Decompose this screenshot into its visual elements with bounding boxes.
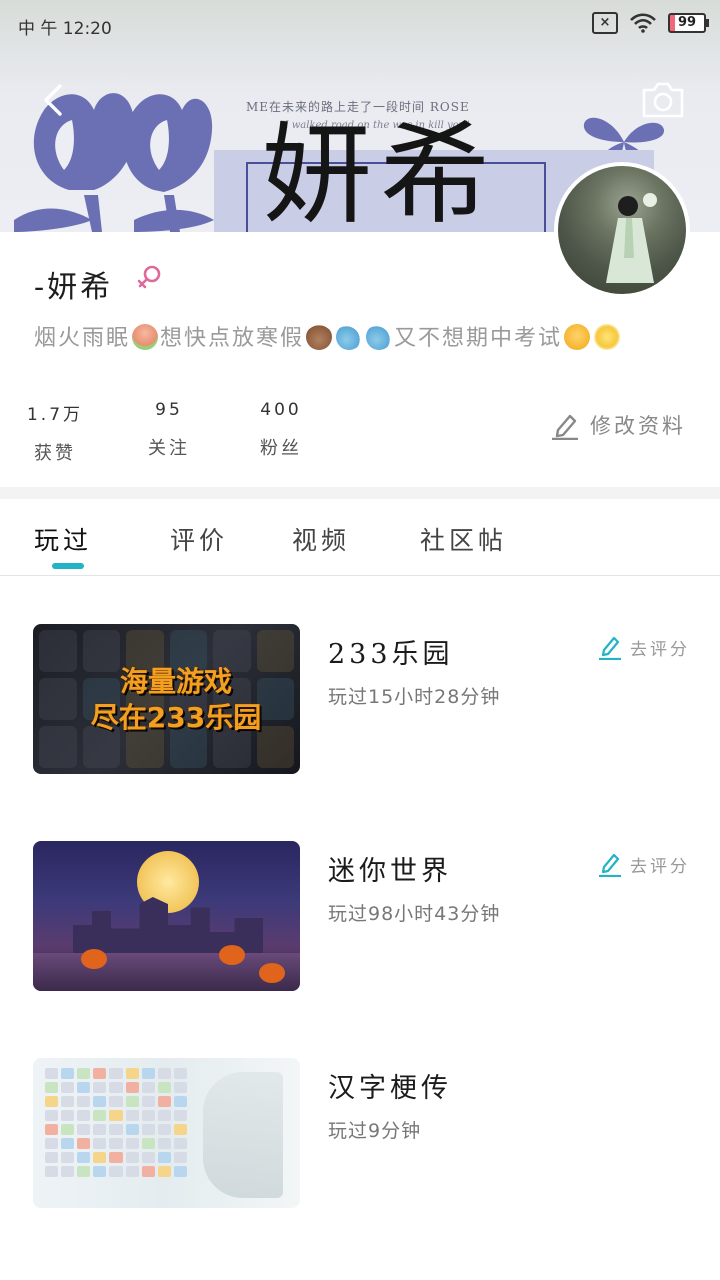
section-divider — [0, 487, 720, 499]
game-thumbnail[interactable] — [33, 1058, 300, 1208]
thumbnail-promo: 海量游戏 尽在233乐园 — [81, 664, 271, 736]
stat-likes-value: 1.7万 — [26, 405, 84, 425]
stat-following-value: 95 — [155, 400, 183, 420]
rate-label: 去评分 — [630, 639, 690, 660]
rate-button[interactable]: 去评分 — [598, 634, 690, 660]
stat-following[interactable]: 95 关注 — [114, 400, 224, 460]
sun-emoji-icon — [594, 324, 621, 350]
rate-pencil-icon — [599, 853, 621, 877]
no-sim-icon: × — [592, 12, 618, 34]
status-bar: 中 午 12:20 × 99 — [0, 0, 720, 52]
stat-likes[interactable]: 1.7万 获赞 — [0, 400, 110, 465]
stat-following-label: 关注 — [148, 438, 190, 459]
game-thumbnail[interactable]: 海量游戏 尽在233乐园 — [33, 624, 300, 774]
tab-bar: 玩过 评价 视频 社区帖 — [0, 499, 720, 576]
tab-reviews[interactable]: 评价 — [170, 521, 228, 557]
game-thumbnail[interactable] — [33, 841, 300, 991]
bio-text-1: 烟火雨眠 — [34, 326, 131, 351]
bio: 烟火雨眠 想快点放寒假 又不想期中考试 — [34, 320, 622, 352]
edit-profile-button[interactable]: 修改资料 — [550, 410, 686, 440]
banner-calligraphy: 妍希 — [262, 111, 498, 232]
female-gender-icon — [137, 265, 161, 289]
pumpkin-decoration — [81, 949, 107, 969]
sweat-emoji-icon — [366, 324, 393, 350]
bio-text-3: 又不想期中考试 — [394, 326, 563, 351]
stat-likes-label: 获赞 — [34, 443, 76, 464]
tulip-emoji-icon — [132, 324, 159, 350]
avatar-figure — [606, 193, 657, 283]
pumpkin-decoration — [259, 963, 285, 983]
rate-button[interactable]: 去评分 — [598, 851, 690, 877]
game-play-time: 玩过98小时43分钟 — [328, 903, 501, 925]
game-title: 汉字梗传 — [328, 1073, 452, 1104]
promo-line-2: 尽在233乐园 — [90, 701, 262, 734]
game-play-time: 玩过9分钟 — [328, 1120, 422, 1142]
wifi-icon — [630, 13, 656, 33]
chevron-left-icon — [44, 84, 62, 116]
stat-fans-value: 400 — [260, 400, 302, 420]
avatar[interactable] — [554, 162, 690, 298]
battery-icon: 99 — [668, 13, 709, 33]
rate-label: 去评分 — [630, 856, 690, 877]
game-title: 233乐园 — [328, 639, 454, 670]
pencil-icon — [552, 414, 578, 440]
sweat-emoji-icon — [336, 324, 363, 350]
active-tab-indicator — [52, 563, 84, 569]
thumbnail-scroll — [203, 1072, 283, 1198]
camera-icon — [642, 82, 684, 118]
tab-played[interactable]: 玩过 — [34, 521, 92, 557]
nickname: -妍希 — [34, 270, 114, 305]
thumbnail-character-grid — [45, 1068, 187, 1177]
game-item[interactable]: 汉字梗传 玩过9分钟 — [0, 1058, 720, 1210]
change-cover-button[interactable] — [640, 80, 686, 120]
promo-line-1: 海量游戏 — [119, 665, 232, 698]
status-time: 中 午 12:20 — [18, 19, 112, 39]
game-title: 迷你世界 — [328, 856, 452, 887]
stat-fans[interactable]: 400 粉丝 — [226, 400, 336, 460]
status-icons: × 99 — [592, 12, 709, 34]
game-item[interactable]: 海量游戏 尽在233乐园 233乐园 玩过15小时28分钟 去评分 — [0, 624, 720, 776]
tab-videos[interactable]: 视频 — [292, 521, 350, 557]
stat-fans-label: 粉丝 — [260, 438, 302, 459]
poop-emoji-icon — [306, 324, 333, 350]
game-play-time: 玩过15小时28分钟 — [328, 686, 501, 708]
edit-profile-label: 修改资料 — [590, 414, 686, 438]
crying-face-emoji-icon — [564, 324, 591, 350]
game-item[interactable]: 迷你世界 玩过98小时43分钟 去评分 — [0, 841, 720, 993]
stats: 1.7万 获赞 95 关注 400 粉丝 — [0, 400, 360, 470]
bio-text-2: 想快点放寒假 — [160, 326, 305, 351]
tab-community-posts[interactable]: 社区帖 — [420, 521, 507, 557]
pumpkin-decoration — [219, 945, 245, 965]
back-button[interactable] — [34, 80, 74, 120]
rate-pencil-icon — [599, 636, 621, 660]
